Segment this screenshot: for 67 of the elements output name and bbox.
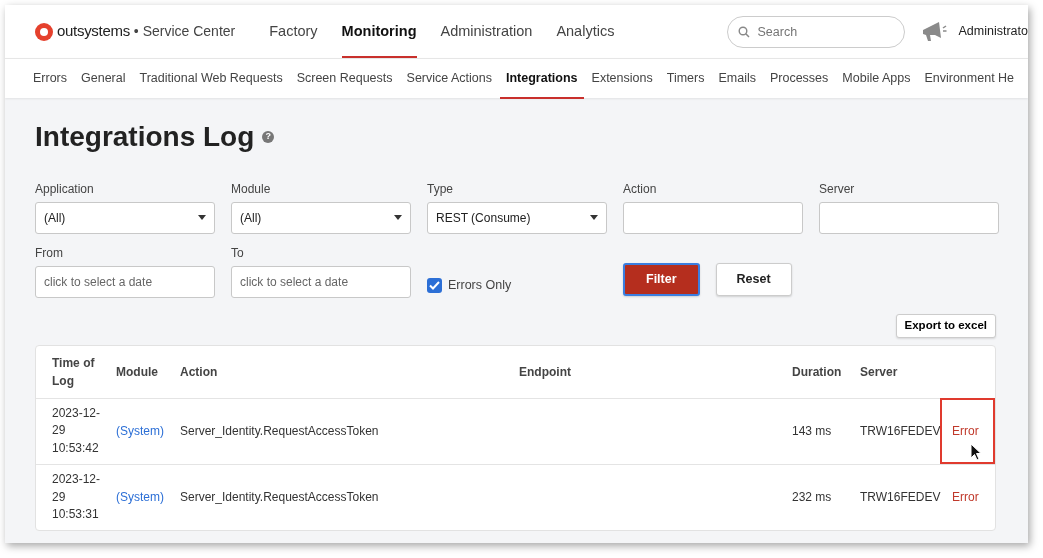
status-text: Error	[952, 424, 979, 439]
nav-tab[interactable]: Analytics	[556, 5, 615, 58]
dropdown[interactable]: (All)	[35, 201, 215, 234]
caret-icon	[198, 215, 206, 221]
table-cell: TRW16FEDEV	[860, 424, 941, 439]
help-icon[interactable]: ?	[262, 130, 275, 143]
megaphone-icon[interactable]	[920, 21, 947, 42]
reset-button[interactable]: Reset	[715, 262, 792, 296]
subnav-tab[interactable]: Traditional Web Requests	[133, 59, 289, 99]
dropdown[interactable]: REST (Consume)	[427, 201, 607, 234]
subnav-tab[interactable]: Timers	[660, 59, 711, 99]
column-header: Duration	[792, 345, 860, 399]
date-field[interactable]: click to select a date	[231, 265, 411, 298]
dropdown-value: REST (Consume)	[436, 209, 531, 227]
subnav-tab[interactable]: Integrations	[500, 59, 584, 99]
subnav-tab[interactable]: General	[75, 59, 132, 99]
nav-tab[interactable]: Administration	[440, 5, 533, 58]
column-header: Action	[180, 345, 519, 399]
logo-text: outsystems	[57, 21, 130, 42]
field-label: Module	[231, 180, 272, 198]
caret-icon	[590, 215, 598, 221]
field-label: To	[231, 244, 245, 262]
input-field[interactable]	[623, 201, 803, 234]
table-cell: TRW16FEDEV	[860, 490, 941, 505]
input-field[interactable]	[819, 201, 999, 234]
subnav-tab[interactable]: Processes	[763, 59, 835, 99]
dropdown[interactable]: (All)	[231, 201, 411, 234]
column-header: Module	[116, 345, 180, 399]
column-header: Time of Log	[36, 345, 116, 399]
logo-icon	[35, 22, 53, 41]
table-cell: 232 ms	[792, 490, 832, 505]
column-header: Server	[860, 345, 940, 399]
date-field[interactable]: click to select a date	[35, 265, 215, 298]
subnav-tab[interactable]: Mobile Apps	[836, 59, 917, 99]
subnav-tab[interactable]: Emails	[712, 59, 762, 99]
table-cell-text: 2023-12-29 10:53:31	[52, 471, 102, 524]
subnav-tab[interactable]: Errors	[27, 59, 74, 99]
table-cell: Server_Identity.RequestAccessToken	[180, 424, 379, 439]
page-title: Integrations Log	[35, 120, 255, 154]
checkbox[interactable]	[427, 278, 442, 294]
table-cell: 143 ms	[792, 424, 832, 439]
nav-tab[interactable]: Factory	[269, 5, 318, 58]
field-label: Type	[427, 180, 454, 198]
table-cell-text: 2023-12-29 10:53:42	[52, 405, 102, 457]
filter-button[interactable]: Filter	[623, 262, 700, 296]
subnav-tab[interactable]: Environment He	[918, 59, 1021, 99]
field-label: Application	[35, 180, 95, 198]
user-name[interactable]: Administrato	[958, 22, 1028, 41]
column-header: Endpoint	[519, 345, 792, 399]
subnav-tab[interactable]: Screen Requests	[290, 59, 399, 99]
field-label: From	[35, 244, 64, 262]
subnav-tab[interactable]: Extensions	[585, 59, 659, 99]
search-field[interactable]: Search	[726, 15, 905, 48]
module-link[interactable]: (System)	[116, 490, 164, 505]
status-text: Error	[952, 490, 979, 505]
dropdown-value: (All)	[44, 209, 66, 227]
field-label: Server	[819, 180, 856, 198]
checkbox-label: Errors Only	[448, 277, 512, 295]
mouse-cursor-icon	[970, 442, 982, 461]
product-name: • Service Center	[133, 22, 236, 41]
field-label: Action	[623, 180, 658, 198]
module-link[interactable]: (System)	[116, 424, 164, 439]
subnav-tab[interactable]: Service Actions	[400, 59, 498, 99]
export-button[interactable]: Export to excel	[895, 313, 996, 338]
table-cell: Server_Identity.RequestAccessToken	[180, 490, 379, 505]
caret-icon	[394, 215, 402, 221]
dropdown-value: (All)	[240, 209, 262, 227]
